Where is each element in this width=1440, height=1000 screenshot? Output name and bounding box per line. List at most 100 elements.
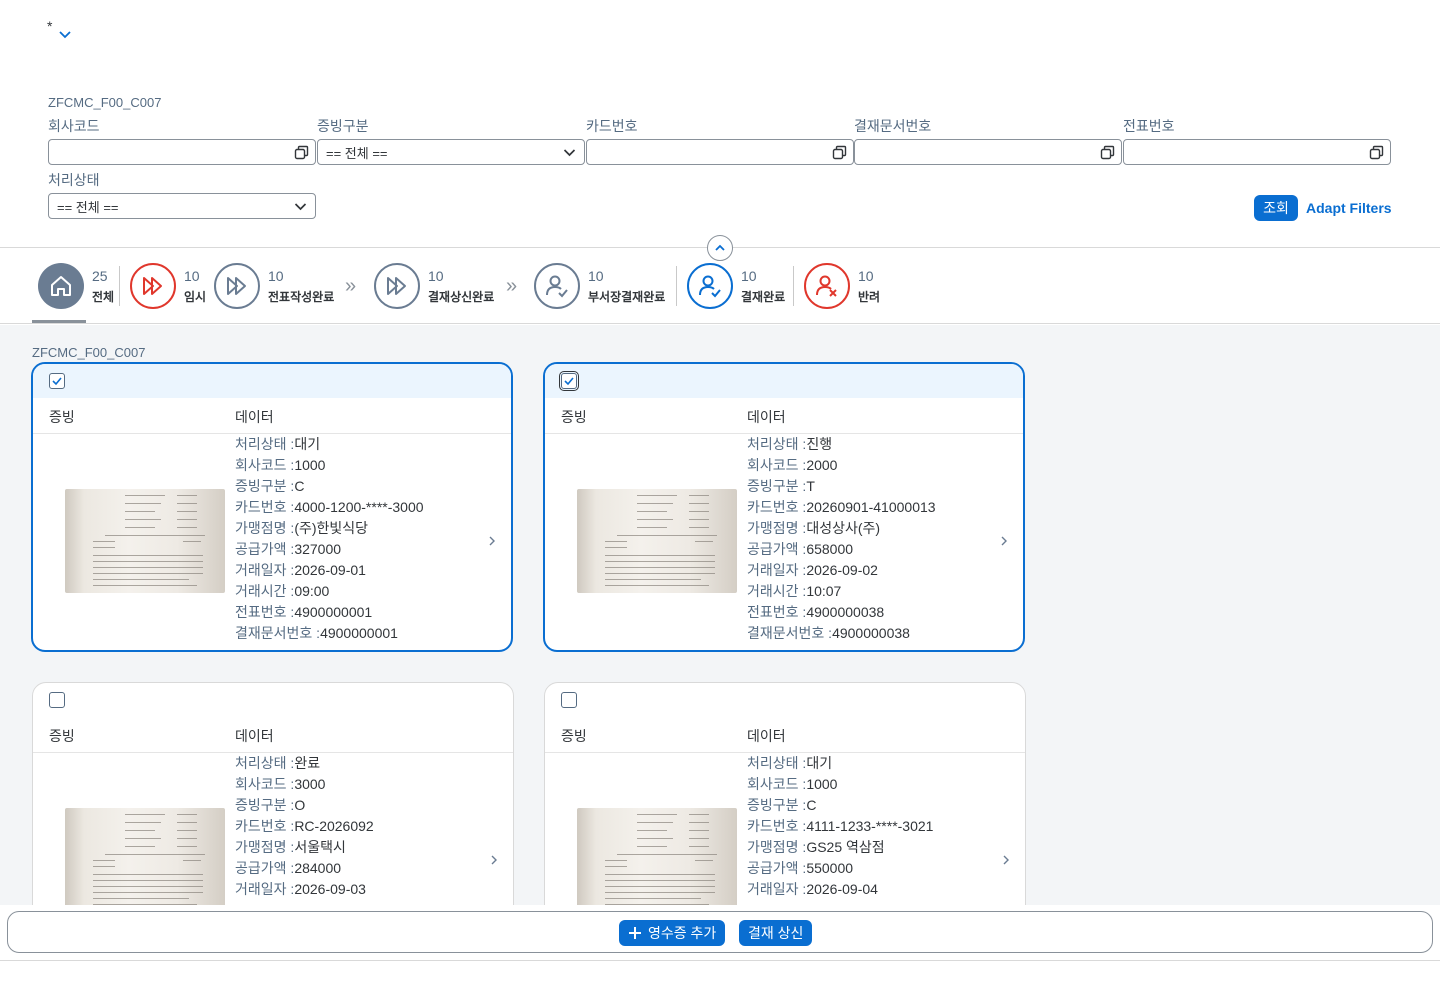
amount-value: 284000 bbox=[294, 860, 342, 876]
chevron-right-icon[interactable] bbox=[487, 534, 497, 548]
variant-modified-marker: * bbox=[47, 18, 53, 34]
chevron-down-icon[interactable] bbox=[563, 146, 576, 159]
approval-doc-input[interactable] bbox=[854, 139, 1122, 165]
merchant-key: 가맹점명 : bbox=[747, 839, 807, 855]
col-evidence-label: 증빙 bbox=[49, 409, 75, 425]
fast-forward-icon bbox=[374, 263, 420, 309]
approval-value: 4900000001 bbox=[320, 625, 398, 641]
field-evidence-type: 증빙구분 == 전체 == bbox=[317, 116, 585, 165]
slip-number-label: 전표번호 bbox=[1123, 118, 1175, 134]
chevron-right-icon[interactable] bbox=[1001, 853, 1011, 867]
selected-step-indicator bbox=[32, 320, 86, 323]
evidence-key: 증빙구분 : bbox=[235, 478, 295, 494]
receipt-card[interactable]: 증빙 데이터 처리상태 :대기 회사코드 :1000 증빙구분 :C 카드번호 … bbox=[31, 362, 513, 652]
status-value: == 전체 == bbox=[57, 199, 119, 215]
evidence-value: T bbox=[806, 478, 815, 494]
value-help-icon[interactable] bbox=[1369, 145, 1384, 160]
select-checkbox[interactable] bbox=[49, 692, 65, 708]
card-header: 증빙 데이터 bbox=[33, 717, 513, 753]
card-key: 카드번호 : bbox=[747, 499, 807, 515]
company-value: 2000 bbox=[806, 457, 838, 473]
card-header: 증빙 데이터 bbox=[33, 398, 511, 434]
company-key: 회사코드 : bbox=[747, 776, 807, 792]
receipt-image[interactable] bbox=[65, 808, 225, 905]
step-dept-approved[interactable]: 10 부서장결재완료 bbox=[534, 263, 665, 309]
variant-selector[interactable]: * bbox=[47, 18, 72, 42]
card-value: 4000-1200-****-3000 bbox=[294, 499, 424, 515]
status-key: 처리상태 : bbox=[235, 436, 295, 452]
flow-arrow-icon: » bbox=[506, 275, 518, 297]
step-slip-created[interactable]: 10 전표작성완료 bbox=[214, 263, 334, 309]
step-submitted[interactable]: 10 결재상신완료 bbox=[374, 263, 494, 309]
evidence-type-select[interactable]: == 전체 == bbox=[317, 139, 585, 165]
step-label: 반려 bbox=[858, 289, 881, 304]
card-number-input[interactable] bbox=[586, 139, 854, 165]
date-value: 2026-09-01 bbox=[294, 562, 366, 578]
chevron-right-icon[interactable] bbox=[999, 534, 1009, 548]
card-key: 카드번호 : bbox=[235, 818, 295, 834]
col-evidence-label: 증빙 bbox=[561, 409, 587, 425]
receipt-image[interactable] bbox=[577, 808, 737, 905]
receipt-card[interactable]: 증빙 데이터 처리상태 :진행 회사코드 :2000 증빙구분 :T 카드번호 … bbox=[543, 362, 1025, 652]
card-top-bar bbox=[33, 364, 511, 398]
slip-number-input[interactable] bbox=[1123, 139, 1391, 165]
value-help-icon[interactable] bbox=[832, 145, 847, 160]
card-data: 처리상태 :진행 회사코드 :2000 증빙구분 :T 카드번호 :202609… bbox=[747, 434, 936, 644]
select-checkbox[interactable] bbox=[559, 371, 579, 391]
receipt-image[interactable] bbox=[65, 489, 225, 593]
receipt-card[interactable]: 증빙 데이터 처리상태 :대기 회사코드 :1000 증빙구분 :C 카드번호 … bbox=[544, 682, 1026, 905]
evidence-value: O bbox=[294, 797, 306, 813]
amount-key: 공급가액 : bbox=[747, 860, 807, 876]
step-label: 결재상신완료 bbox=[428, 289, 495, 304]
amount-value: 658000 bbox=[806, 541, 854, 557]
chevron-down-icon[interactable] bbox=[294, 200, 307, 213]
adapt-filters-button[interactable]: Adapt Filters bbox=[1306, 200, 1392, 216]
amount-key: 공급가액 : bbox=[235, 541, 295, 557]
add-receipt-label: 영수증 추가 bbox=[648, 925, 717, 941]
step-rejected[interactable]: 10 반려 bbox=[804, 263, 880, 309]
company-code-input[interactable] bbox=[48, 139, 316, 165]
collapse-header-button[interactable] bbox=[707, 235, 733, 261]
evidence-type-value: == 전체 == bbox=[326, 145, 388, 161]
step-temp[interactable]: 10 임시 bbox=[130, 263, 206, 309]
home-icon bbox=[38, 263, 84, 309]
select-checkbox[interactable] bbox=[49, 373, 65, 389]
status-select[interactable]: == 전체 == bbox=[48, 193, 316, 219]
slip-value: 4900000001 bbox=[294, 604, 373, 620]
divider bbox=[793, 266, 794, 306]
evidence-key: 증빙구분 : bbox=[235, 797, 295, 813]
step-count: 10 bbox=[184, 267, 200, 284]
company-key: 회사코드 : bbox=[747, 457, 807, 473]
submit-approval-button[interactable]: 결재 상신 bbox=[739, 920, 813, 946]
status-value: 대기 bbox=[806, 755, 833, 771]
chevron-down-icon[interactable] bbox=[58, 28, 72, 42]
checkmark-icon bbox=[52, 377, 62, 386]
receipt-card[interactable]: 증빙 데이터 처리상태 :완료 회사코드 :3000 증빙구분 :O 카드번호 … bbox=[32, 682, 514, 905]
step-label: 부서장결재완료 bbox=[588, 289, 666, 304]
select-checkbox[interactable] bbox=[561, 692, 577, 708]
status-label: 처리상태 bbox=[48, 172, 100, 188]
value-help-icon[interactable] bbox=[1100, 145, 1115, 160]
card-data: 처리상태 :완료 회사코드 :3000 증빙구분 :O 카드번호 :RC-202… bbox=[235, 753, 374, 900]
step-label: 전표작성완료 bbox=[268, 289, 335, 304]
field-slip-number: 전표번호 bbox=[1123, 116, 1391, 165]
amount-value: 327000 bbox=[294, 541, 342, 557]
col-evidence-label: 증빙 bbox=[49, 728, 75, 744]
slip-key: 전표번호 : bbox=[235, 604, 295, 620]
add-receipt-button[interactable]: 영수증 추가 bbox=[619, 920, 726, 946]
value-help-icon[interactable] bbox=[294, 145, 309, 160]
card-header: 증빙 데이터 bbox=[545, 717, 1025, 753]
chevron-right-icon[interactable] bbox=[489, 853, 499, 867]
company-code-label: 회사코드 bbox=[48, 118, 100, 134]
card-list-area: ZFCMC_F00_C007 증빙 데이터 처리상태:대기 회사코드:100… bbox=[0, 325, 1440, 905]
fast-forward-icon bbox=[214, 263, 260, 309]
go-button[interactable]: 조회 bbox=[1254, 195, 1298, 221]
approval-doc-label: 결재문서번호 bbox=[854, 118, 932, 134]
company-value: 3000 bbox=[294, 776, 326, 792]
step-all[interactable]: 25 전체 bbox=[38, 263, 114, 309]
merchant-value: GS25 역삼점 bbox=[806, 839, 885, 855]
step-approved[interactable]: 10 결재완료 bbox=[687, 263, 785, 309]
receipt-image[interactable] bbox=[577, 489, 737, 593]
chevron-up-icon bbox=[715, 244, 725, 251]
checkmark-icon bbox=[564, 377, 574, 386]
